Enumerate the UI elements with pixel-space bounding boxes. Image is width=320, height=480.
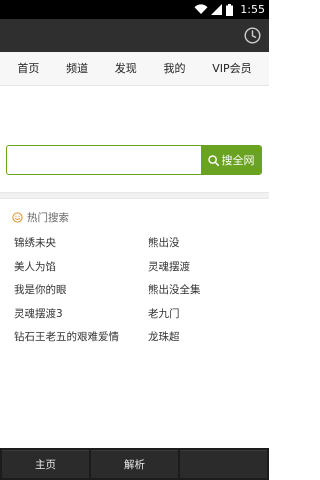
hot-search-item[interactable]: 美人为馅 <box>14 256 148 280</box>
search-button-label: 搜全网 <box>221 154 255 167</box>
clock-icon[interactable] <box>244 27 261 44</box>
signal-icon <box>211 4 222 15</box>
status-icons <box>194 3 233 16</box>
hot-search-item[interactable]: 老九门 <box>148 303 262 327</box>
nav-item-discover[interactable]: 发现 <box>115 52 137 86</box>
hot-search-item[interactable]: 龙珠超 <box>148 326 262 350</box>
title-bar <box>0 19 269 52</box>
search-box: 搜全网 <box>6 145 262 175</box>
blank-button[interactable] <box>180 450 267 478</box>
search-all-button[interactable]: 搜全网 <box>201 146 261 174</box>
wifi-icon <box>194 4 208 14</box>
smile-icon <box>12 211 23 223</box>
nav-item-home[interactable]: 首页 <box>17 52 39 86</box>
section-divider <box>0 192 269 199</box>
hot-search-item[interactable]: 灵魂摆渡3 <box>14 303 148 327</box>
hot-search-item[interactable]: 钻石王老五的艰难爱情 <box>14 326 148 350</box>
hot-search-title: 热门搜索 <box>12 209 69 225</box>
nav-item-mine[interactable]: 我的 <box>164 52 186 86</box>
hot-search-item[interactable]: 熊出没全集 <box>148 279 262 303</box>
home-button[interactable]: 主页 <box>2 450 89 478</box>
search-input[interactable] <box>7 146 201 174</box>
hot-search-list: 锦绣未央 熊出没 美人为馅 灵魂摆渡 我是你的眼 熊出没全集 灵魂摆渡3 老九门… <box>14 232 262 350</box>
nav-item-vip[interactable]: VIP会员 <box>212 52 251 86</box>
nav-item-channel[interactable]: 频道 <box>66 52 88 86</box>
hot-search-label: 热门搜索 <box>27 211 69 224</box>
hot-search-item[interactable]: 熊出没 <box>148 232 262 256</box>
status-bar: 1:55 <box>0 0 269 19</box>
bottom-bar: 主页 解析 <box>0 448 269 480</box>
hot-search-item[interactable]: 灵魂摆渡 <box>148 256 262 280</box>
battery-icon <box>226 3 233 16</box>
hot-search-item[interactable]: 锦绣未央 <box>14 232 148 256</box>
search-icon <box>207 154 219 166</box>
top-nav: 首页 频道 发现 我的 VIP会员 <box>0 52 269 86</box>
status-time: 1:55 <box>240 3 265 16</box>
parse-button[interactable]: 解析 <box>91 450 178 478</box>
hot-search-item[interactable]: 我是你的眼 <box>14 279 148 303</box>
